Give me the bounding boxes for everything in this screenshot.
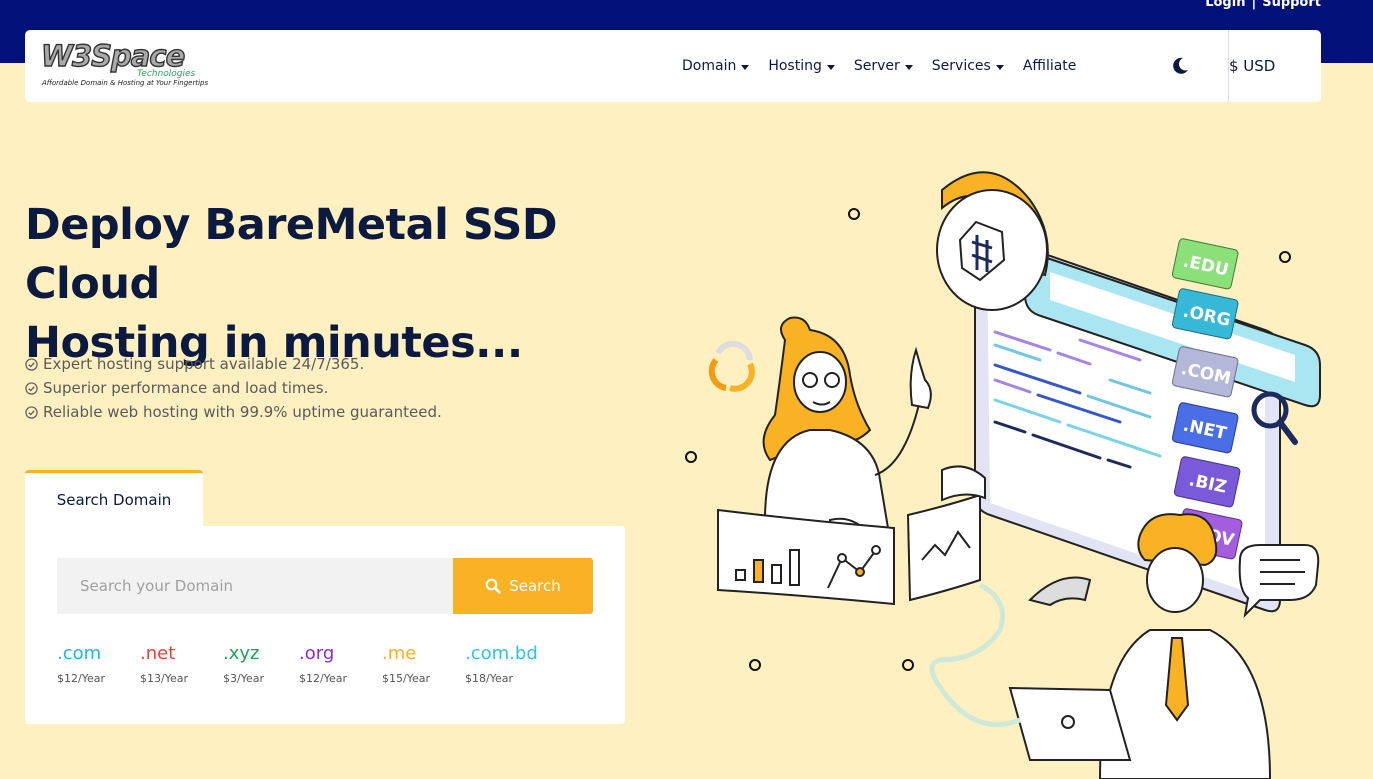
nav-item-domain[interactable]: Domain bbox=[682, 58, 750, 74]
feature-item: Expert hosting support available 24/7/36… bbox=[25, 352, 442, 376]
feature-text: Reliable web hosting with 99.9% uptime g… bbox=[43, 403, 442, 421]
connector-line-graphic bbox=[929, 582, 1021, 727]
search-button[interactable]: Search bbox=[453, 558, 593, 614]
hero-title: Deploy BareMetal SSD Cloud Hosting in mi… bbox=[25, 196, 705, 373]
nav-item-hosting[interactable]: Hosting bbox=[768, 58, 835, 74]
tld-item-me[interactable]: .me $15/Year bbox=[382, 642, 465, 685]
logo-wordmark: W3Space bbox=[40, 39, 186, 73]
search-button-label: Search bbox=[509, 577, 561, 595]
tab-label: Search Domain bbox=[56, 491, 172, 509]
nav-item-affiliate[interactable]: Affiliate bbox=[1023, 58, 1077, 74]
feature-text: Expert hosting support available 24/7/36… bbox=[43, 355, 365, 373]
login-link[interactable]: Login bbox=[1205, 0, 1245, 10]
tld-price: $12/Year bbox=[57, 672, 105, 685]
hero-title-line1: Deploy BareMetal SSD Cloud bbox=[25, 200, 558, 309]
caret-down-icon bbox=[995, 64, 1004, 70]
domain-search-panel: Search .com $12/Year .net $13/Year .xyz … bbox=[25, 526, 625, 724]
domain-search-input[interactable] bbox=[57, 558, 453, 614]
nav-item-label: Services bbox=[931, 58, 991, 74]
nav-item-server[interactable]: Server bbox=[854, 58, 913, 74]
tld-item-xyz[interactable]: .xyz $3/Year bbox=[223, 642, 299, 685]
tld-item-net[interactable]: .net $13/Year bbox=[140, 642, 223, 685]
tld-item-com[interactable]: .com $12/Year bbox=[57, 642, 140, 685]
feature-text: Superior performance and load times. bbox=[43, 379, 329, 397]
currency-label: $ USD bbox=[1229, 57, 1276, 75]
support-link[interactable]: Support bbox=[1262, 0, 1321, 10]
nav-item-label: Hosting bbox=[768, 58, 822, 74]
nav-item-services[interactable]: Services bbox=[932, 58, 1004, 74]
top-links: Login | Support bbox=[1205, 0, 1321, 10]
tld-name: .com bbox=[57, 643, 102, 664]
tld-item-com-bd[interactable]: .com.bd $18/Year bbox=[465, 642, 555, 685]
caret-down-icon bbox=[826, 64, 835, 70]
hero-illustration: .EDU .ORG .COM .NET .BIZ .GOV bbox=[685, 171, 1321, 779]
logo-tagline: Affordable Domain & Hosting at Your Fing… bbox=[42, 79, 209, 87]
feature-list: Expert hosting support available 24/7/36… bbox=[25, 352, 442, 424]
tld-name: .com.bd bbox=[465, 643, 538, 664]
feature-item: Reliable web hosting with 99.9% uptime g… bbox=[25, 400, 442, 424]
caret-down-icon bbox=[741, 64, 750, 70]
tld-price-list: .com $12/Year .net $13/Year .xyz $3/Year… bbox=[57, 642, 555, 685]
logo[interactable]: W3Space Technologies Affordable Domain &… bbox=[40, 39, 208, 94]
tld-price: $13/Year bbox=[140, 672, 188, 685]
search-icon bbox=[485, 578, 502, 594]
tld-price: $18/Year bbox=[465, 672, 513, 685]
nav-item-label: Affiliate bbox=[1022, 58, 1077, 74]
main-navbar: W3Space Technologies Affordable Domain &… bbox=[25, 30, 1321, 102]
nav-menu: Domain Hosting Server Services Affiliate bbox=[682, 30, 1076, 102]
tld-name: .me bbox=[382, 643, 417, 664]
caret-down-icon bbox=[904, 64, 913, 70]
woman-graphic bbox=[762, 316, 932, 542]
tld-name: .xyz bbox=[223, 643, 260, 664]
moon-icon[interactable] bbox=[1170, 56, 1190, 76]
tld-name: .org bbox=[299, 643, 335, 664]
check-circle-icon bbox=[25, 381, 38, 395]
currency-selector[interactable]: $ USD bbox=[1228, 30, 1275, 102]
tab-search-domain[interactable]: Search Domain bbox=[25, 470, 203, 527]
tld-price: $12/Year bbox=[299, 672, 347, 685]
top-links-separator: | bbox=[1251, 0, 1257, 10]
feature-item: Superior performance and load times. bbox=[25, 376, 442, 400]
brand-badge-graphic bbox=[936, 171, 1049, 311]
tld-item-org[interactable]: .org $12/Year bbox=[299, 642, 382, 685]
check-circle-icon bbox=[25, 357, 38, 371]
tld-price: $15/Year bbox=[382, 672, 430, 685]
nav-item-label: Domain bbox=[682, 58, 737, 74]
tld-name: .net bbox=[140, 643, 176, 664]
tld-price: $3/Year bbox=[223, 672, 264, 685]
logo-subtitle: Technologies bbox=[137, 69, 196, 79]
loading-ring-graphic bbox=[708, 341, 755, 392]
man-graphic bbox=[1008, 513, 1320, 779]
nav-item-label: Server bbox=[853, 58, 900, 74]
check-circle-icon bbox=[25, 405, 38, 419]
